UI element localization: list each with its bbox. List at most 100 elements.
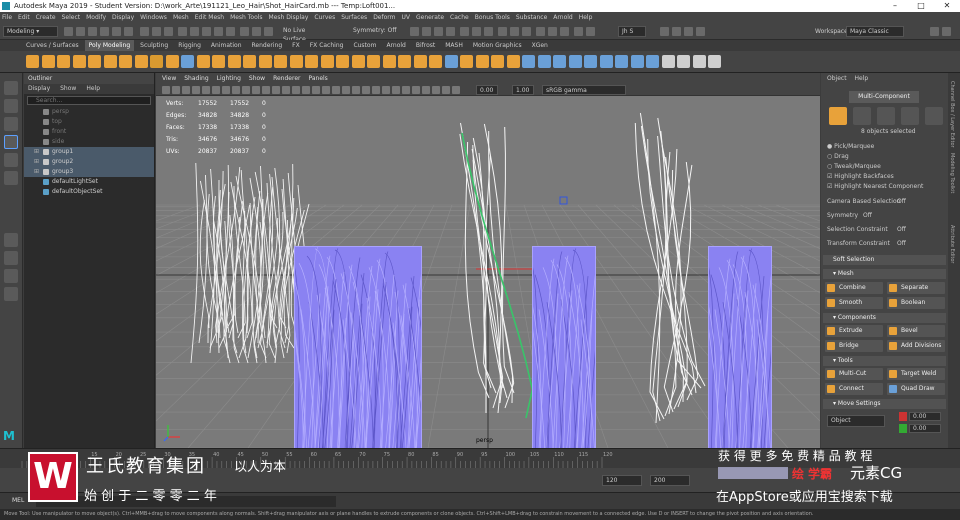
status-tool-icon[interactable] <box>536 27 545 36</box>
viewport-toolbar-icon[interactable] <box>292 86 300 94</box>
status-tool-icon[interactable] <box>112 27 121 36</box>
menu-deform[interactable]: Deform <box>373 12 395 23</box>
toolkit-menu-item[interactable]: Help <box>855 73 869 84</box>
shelf-tab[interactable]: FX <box>288 40 304 51</box>
shelf-tool-icon[interactable] <box>336 55 349 68</box>
scale-tool-icon[interactable] <box>4 171 18 185</box>
tools-section-header[interactable]: ▾ Tools <box>823 356 946 366</box>
viewport-toolbar-icon[interactable] <box>262 86 270 94</box>
status-tool-icon[interactable] <box>140 27 149 36</box>
menu-arnold[interactable]: Arnold <box>553 12 572 23</box>
outliner-item[interactable]: ⊞ group3 <box>24 167 154 177</box>
outliner-item[interactable]: front <box>24 127 154 137</box>
paint-select-icon[interactable] <box>4 117 18 131</box>
shelf-tab[interactable]: Rigging <box>174 40 205 51</box>
shelf-tab[interactable]: Motion Graphics <box>469 40 526 51</box>
menu-generate[interactable]: Generate <box>416 12 444 23</box>
viewport-toolbar-icon[interactable] <box>432 86 440 94</box>
status-tool-icon[interactable] <box>164 27 173 36</box>
status-tool-icon[interactable] <box>660 27 669 36</box>
shelf-tool-icon[interactable] <box>367 55 380 68</box>
shelf-tool-icon[interactable] <box>165 55 179 68</box>
select-tool-icon[interactable] <box>4 81 18 95</box>
range-start-field[interactable]: 120 <box>602 475 642 486</box>
menu-file[interactable]: File <box>2 12 12 23</box>
status-tool-icon[interactable] <box>510 27 519 36</box>
viewport-toolbar-icon[interactable] <box>172 86 180 94</box>
shelf-tool-icon[interactable] <box>661 55 675 68</box>
menu-surfaces[interactable]: Surfaces <box>341 12 367 23</box>
shelf-tab[interactable]: Animation <box>207 40 246 51</box>
viewport-menu-item[interactable]: Renderer <box>273 73 300 84</box>
viewport-toolbar-icon[interactable] <box>332 86 340 94</box>
viewport-toolbar-icon[interactable] <box>372 86 380 94</box>
shelf-tool-icon[interactable] <box>429 55 442 68</box>
viewport-toolbar-icon[interactable] <box>352 86 360 94</box>
menu-display[interactable]: Display <box>112 12 134 23</box>
close-icon[interactable]: ✕ <box>934 0 960 12</box>
shelf-tab[interactable]: XGen <box>528 40 552 51</box>
shelf-tab[interactable]: Poly Modeling <box>84 40 135 51</box>
menu-mesh-tools[interactable]: Mesh Tools <box>230 12 262 23</box>
menu-modify[interactable]: Modify <box>86 12 106 23</box>
soft-selection-header[interactable]: Soft Selection <box>823 255 946 265</box>
outliner-item[interactable]: ⊞ group1 <box>24 147 154 157</box>
workspace-dropdown[interactable]: Maya Classic <box>846 26 904 37</box>
shelf-tool-icon[interactable] <box>150 55 163 68</box>
setting-value-dropdown[interactable]: Off <box>897 240 906 247</box>
layout-icon[interactable] <box>4 269 18 283</box>
gamma-field[interactable]: 1.00 <box>512 85 534 95</box>
shelf-tool-icon[interactable] <box>522 55 535 68</box>
viewport-toolbar-icon[interactable] <box>442 86 450 94</box>
viewport-menu-item[interactable]: Show <box>249 73 265 84</box>
side-tab[interactable]: Modeling Toolkit <box>949 153 955 193</box>
status-tool-icon[interactable] <box>64 27 73 36</box>
shelf-tool-icon[interactable] <box>491 55 504 68</box>
shelf-tool-icon[interactable] <box>553 55 566 68</box>
shelf-tool-icon[interactable] <box>305 55 318 68</box>
outliner-item[interactable]: side <box>24 137 154 147</box>
status-tool-icon[interactable] <box>498 27 507 36</box>
shelf-tool-icon[interactable] <box>615 55 628 68</box>
mesh-section-header[interactable]: ▾ Mesh <box>823 269 946 279</box>
viewport-menu-item[interactable]: Shading <box>184 73 208 84</box>
menu-mesh-display[interactable]: Mesh Display <box>269 12 309 23</box>
outliner-item[interactable]: persp <box>24 107 154 117</box>
shelf-tool-icon[interactable] <box>475 55 489 68</box>
status-tool-icon[interactable] <box>472 27 481 36</box>
shelf-tool-icon[interactable] <box>258 55 272 68</box>
shelf-tool-icon[interactable] <box>227 55 241 68</box>
status-tool-icon[interactable] <box>672 27 681 36</box>
shelf-tab[interactable]: Rendering <box>248 40 287 51</box>
combine-button[interactable]: Combine <box>825 282 883 294</box>
status-tool-icon[interactable] <box>446 27 455 36</box>
shelf-tool-icon[interactable] <box>506 55 520 68</box>
shelf-tool-icon[interactable] <box>88 55 101 68</box>
shelf-tab[interactable]: Sculpting <box>136 40 172 51</box>
shelf-tool-icon[interactable] <box>196 55 210 68</box>
move-tool-icon[interactable] <box>4 135 18 149</box>
shelf-tool-icon[interactable] <box>212 55 225 68</box>
user-dropdown[interactable]: Jh S <box>618 26 646 37</box>
checkbox-option[interactable]: ☑ Highlight Nearest Component <box>827 183 923 190</box>
shelf-tool-icon[interactable] <box>26 55 39 68</box>
outliner-menu-item[interactable]: Help <box>86 84 100 94</box>
connect-button[interactable]: Connect <box>825 383 883 395</box>
viewport-toolbar-icon[interactable] <box>162 86 170 94</box>
setting-value-dropdown[interactable]: Off <box>897 198 906 205</box>
hair-card-texture-2[interactable] <box>532 246 596 448</box>
four-pane-icon[interactable] <box>4 251 18 265</box>
menu-create[interactable]: Create <box>36 12 56 23</box>
viewport-menu-item[interactable]: Lighting <box>217 73 241 84</box>
lasso-tool-icon[interactable] <box>4 99 18 113</box>
radio-option[interactable]: ○ Tweak/Marquee <box>827 163 881 170</box>
face-mode-icon[interactable] <box>901 107 919 125</box>
boolean-button[interactable]: Boolean <box>887 297 945 309</box>
range-end-field[interactable]: 200 <box>650 475 690 486</box>
viewport-toolbar-icon[interactable] <box>252 86 260 94</box>
status-tool-icon[interactable] <box>434 27 443 36</box>
status-tool-icon[interactable] <box>190 27 199 36</box>
shelf-tool-icon[interactable] <box>677 55 690 68</box>
shelf-tab[interactable]: FX Caching <box>306 40 348 51</box>
viewport-toolbar-icon[interactable] <box>222 86 230 94</box>
